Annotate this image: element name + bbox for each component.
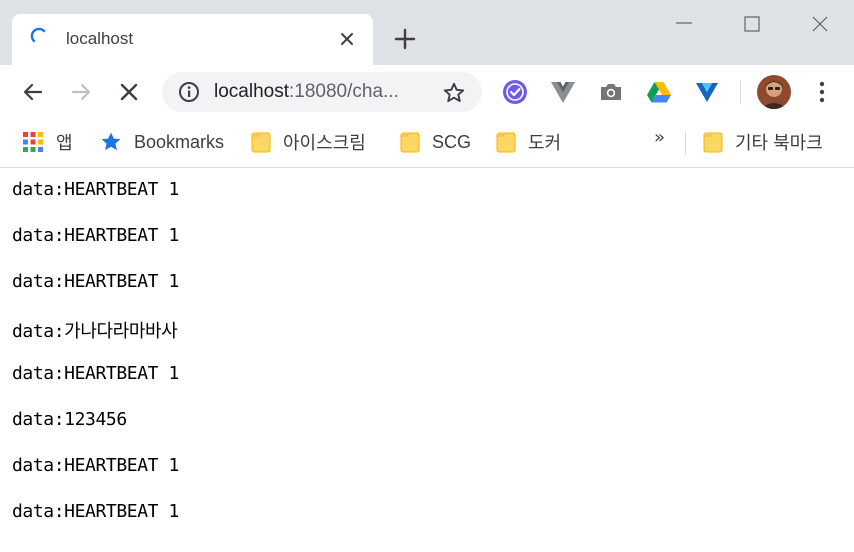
url-host: localhost: [214, 81, 289, 102]
folder-icon: [400, 132, 420, 153]
arrow-left-icon[interactable]: [20, 79, 46, 105]
avatar[interactable]: [757, 75, 791, 109]
plus-icon[interactable]: [392, 26, 418, 52]
close-icon[interactable]: [337, 29, 357, 49]
bookmark-label: 아이스크림: [283, 133, 366, 153]
folder-icon: [496, 132, 516, 153]
stream-line: data:가나다라마바사: [12, 321, 178, 342]
tab-localhost[interactable]: localhost: [12, 14, 373, 65]
star-outline-icon[interactable]: [442, 81, 466, 105]
kebab-menu-icon[interactable]: [809, 79, 835, 105]
info-icon[interactable]: [178, 81, 200, 103]
bookmark-apps[interactable]: 앱: [22, 129, 73, 155]
bookmark-folder[interactable]: 도커: [496, 129, 561, 155]
stream-line: data:HEARTBEAT 1: [12, 501, 179, 522]
bookmark-label: 기타 북마크: [735, 133, 823, 153]
bookmark-folder[interactable]: 아이스크림: [251, 129, 366, 155]
bookmarks-bar: 앱 Bookmarks 아이스크림 SCG 도커 » 기타 북마크: [0, 119, 854, 168]
apps-grid-icon: [23, 132, 43, 152]
camera-icon[interactable]: [597, 78, 625, 106]
stream-line: data:HEARTBEAT 1: [12, 455, 179, 476]
bookmark-label: SCG: [432, 131, 472, 152]
tab-title: localhost: [66, 29, 134, 48]
check-badge-icon[interactable]: [501, 78, 529, 106]
bookmark-label: 도커: [528, 133, 562, 153]
tab-strip: localhost: [0, 0, 854, 65]
address-bar[interactable]: localhost:18080/cha...: [162, 72, 482, 112]
page-content: data:HEARTBEAT 1 data:HEARTBEAT 1 data:H…: [0, 168, 854, 552]
bookmark-item[interactable]: Bookmarks: [100, 129, 224, 155]
url-rest: :18080/cha...: [289, 81, 399, 102]
bookmarks-overflow-button[interactable]: »: [654, 127, 665, 148]
stream-line: data:HEARTBEAT 1: [12, 225, 179, 246]
bookmark-folder[interactable]: SCG: [400, 129, 471, 155]
bookmark-label: Bookmarks: [134, 131, 225, 152]
minimize-icon[interactable]: [664, 10, 704, 40]
profile-photo-icon: [757, 75, 791, 109]
bookmarks-divider: [685, 131, 686, 155]
google-drive-icon[interactable]: [645, 78, 673, 106]
y-icon[interactable]: [693, 78, 721, 106]
bookmark-label: 앱: [56, 133, 73, 153]
stop-loading-icon[interactable]: [116, 79, 142, 105]
url-text[interactable]: localhost:18080/cha...: [214, 81, 399, 103]
star-icon: [101, 132, 121, 151]
maximize-icon[interactable]: [732, 10, 772, 40]
stream-line: data:HEARTBEAT 1: [12, 179, 179, 200]
close-icon[interactable]: [800, 10, 840, 40]
arrow-right-icon[interactable]: [68, 79, 94, 105]
browser-toolbar: localhost:18080/cha...: [0, 65, 854, 119]
vue-devtools-icon[interactable]: [549, 78, 577, 106]
stream-line: data:HEARTBEAT 1: [12, 363, 179, 384]
stream-line: data:123456: [12, 409, 127, 430]
bookmark-other-folder[interactable]: 기타 북마크: [703, 129, 823, 155]
toolbar-divider: [740, 80, 741, 104]
folder-icon: [703, 132, 723, 153]
stream-line: data:HEARTBEAT 1: [12, 271, 179, 292]
folder-icon: [251, 132, 271, 153]
loading-spinner-icon: [30, 27, 46, 43]
